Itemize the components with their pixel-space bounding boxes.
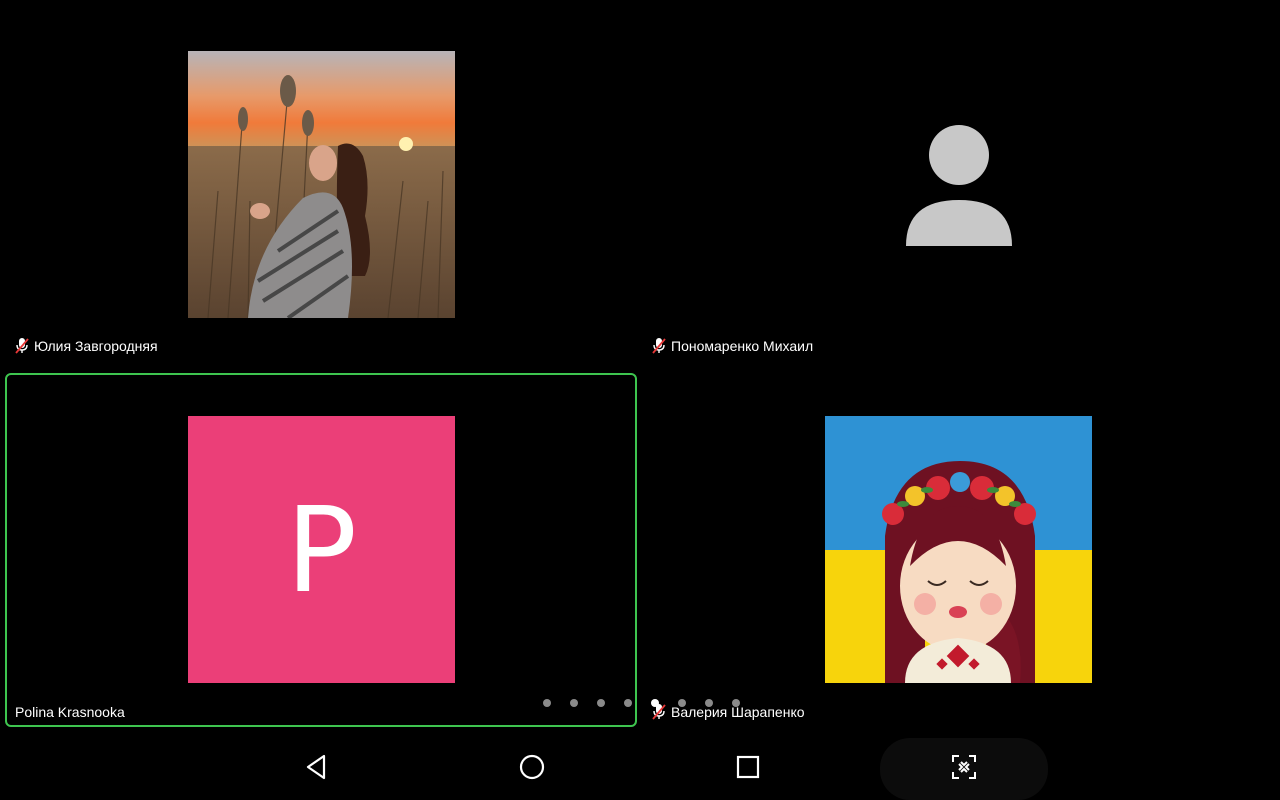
participant-initial-avatar: P bbox=[188, 416, 455, 683]
muted-mic-icon bbox=[651, 337, 667, 355]
participant-name: Polina Krasnooka bbox=[15, 704, 125, 720]
screenshot-scan-icon bbox=[951, 754, 977, 785]
page-indicator bbox=[543, 699, 740, 707]
recents-button[interactable] bbox=[713, 738, 783, 800]
page-dot[interactable] bbox=[705, 699, 713, 707]
avatar-initial: P bbox=[285, 480, 358, 619]
participant-name-row: Юлия Завгородняя bbox=[14, 337, 158, 355]
home-button[interactable] bbox=[497, 738, 567, 800]
page-dot[interactable] bbox=[732, 699, 740, 707]
participant-tile-2[interactable]: Пономаренко Михаил bbox=[640, 0, 1280, 365]
recents-icon bbox=[736, 755, 760, 784]
page-dot-current[interactable] bbox=[651, 699, 659, 707]
participant-tile-1[interactable]: Юлия Завгородняя bbox=[0, 0, 640, 365]
participant-name: Пономаренко Михаил bbox=[671, 338, 814, 354]
participant-tile-3-active[interactable]: P Polina Krasnooka bbox=[5, 373, 637, 727]
participant-name-row: Polina Krasnooka bbox=[15, 704, 125, 720]
participant-photo-sunset bbox=[188, 51, 455, 318]
system-navigation-bar bbox=[0, 738, 1280, 800]
screenshot-button[interactable] bbox=[929, 738, 999, 800]
page-dot[interactable] bbox=[678, 699, 686, 707]
home-icon bbox=[519, 754, 545, 785]
participant-photo-ukrainian-girl bbox=[825, 416, 1092, 683]
page-dot[interactable] bbox=[597, 699, 605, 707]
back-button[interactable] bbox=[281, 738, 351, 800]
participant-tile-4[interactable]: Валерия Шарапенко bbox=[640, 373, 1280, 727]
participant-name: Юлия Завгородняя bbox=[34, 338, 158, 354]
muted-mic-icon bbox=[14, 337, 30, 355]
page-dot[interactable] bbox=[543, 699, 551, 707]
page-dot[interactable] bbox=[624, 699, 632, 707]
page-dot[interactable] bbox=[570, 699, 578, 707]
default-avatar-icon bbox=[904, 124, 1014, 246]
participant-name-row: Пономаренко Михаил bbox=[651, 337, 813, 355]
back-icon bbox=[304, 754, 328, 785]
